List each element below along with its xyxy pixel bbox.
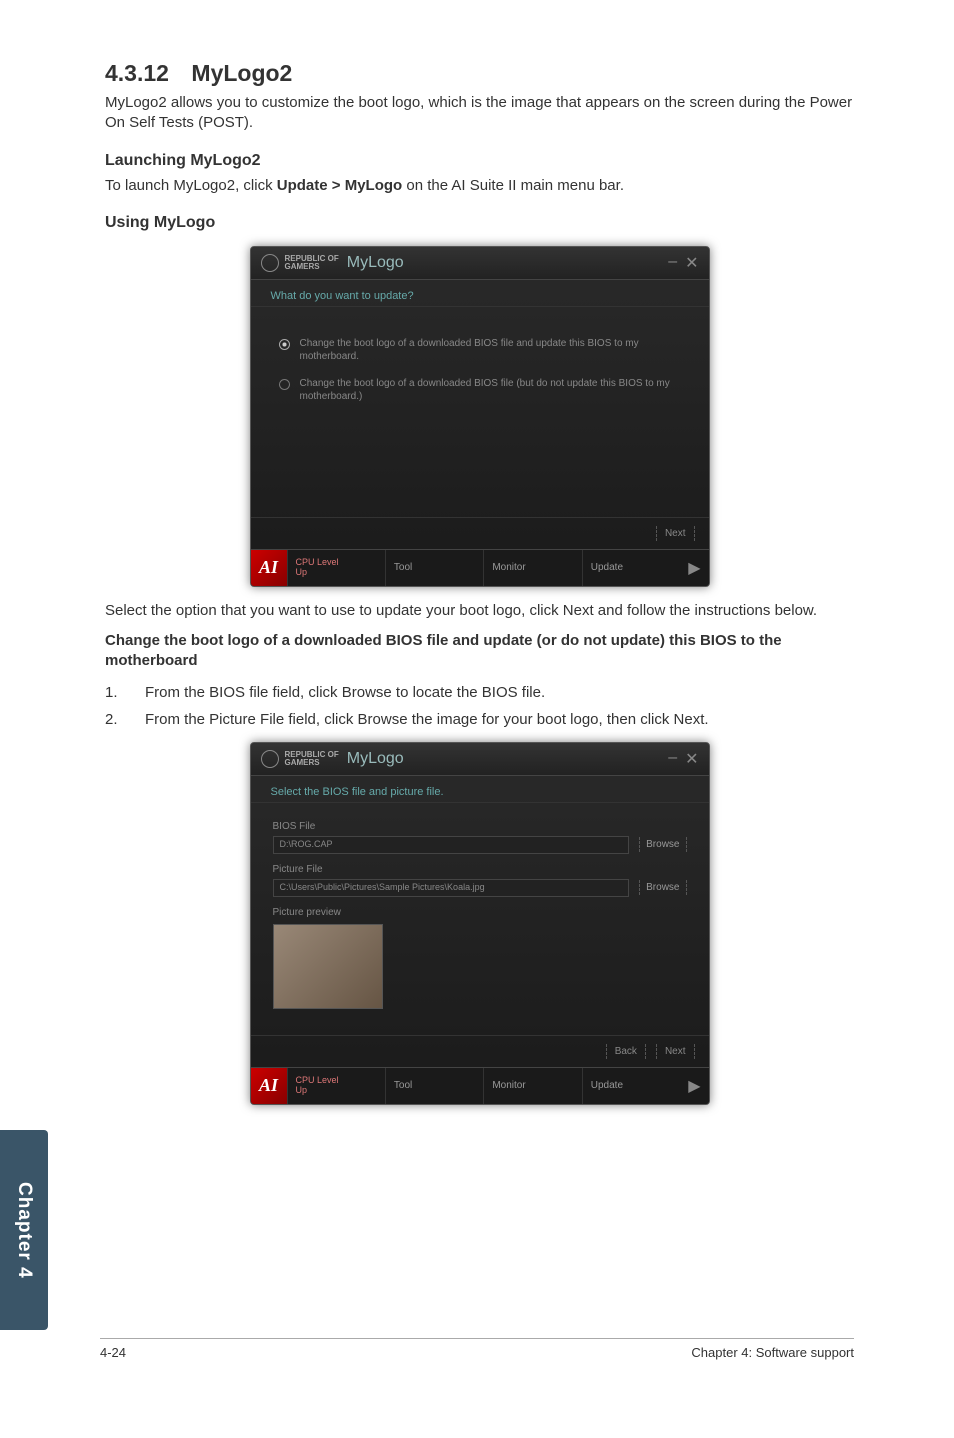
close-icon[interactable]: ✕ (685, 253, 698, 273)
footer-update[interactable]: Update (591, 1080, 623, 1091)
section-number: 4.3.12 (105, 60, 169, 87)
close-icon[interactable]: ✕ (685, 749, 698, 769)
preview-label: Picture preview (273, 907, 687, 918)
chapter-tab-text: Chapter 4 (13, 1182, 35, 1279)
browse-button[interactable]: Browse (639, 837, 686, 852)
radio-option-1[interactable]: Change the boot logo of a downloaded BIO… (279, 337, 681, 363)
cpu-level-up: Up (296, 1085, 308, 1095)
page-number: 4-24 (100, 1345, 126, 1360)
launching-text: To launch MyLogo2, click Update > MyLogo… (105, 176, 854, 196)
minimize-icon[interactable]: – (668, 253, 677, 273)
app-titlebar: REPUBLIC OF GAMERS MyLogo – ✕ (251, 743, 709, 776)
step-1: 1. From the BIOS file field, click Brows… (105, 684, 854, 701)
bios-file-input[interactable]: D:\ROG.CAP (273, 836, 630, 854)
launching-text-bold: Update > MyLogo (277, 177, 402, 194)
chevron-right-icon[interactable]: ▶ (680, 1076, 708, 1096)
chevron-right-icon[interactable]: ▶ (680, 558, 708, 578)
page-footer: 4-24 Chapter 4: Software support (100, 1338, 854, 1360)
app-subtitle: What do you want to update? (251, 280, 709, 307)
app-titlebar: REPUBLIC OF GAMERS MyLogo – ✕ (251, 247, 709, 280)
footer-monitor[interactable]: Monitor (492, 1080, 525, 1091)
section-intro: MyLogo2 allows you to customize the boot… (105, 93, 854, 134)
launching-heading: Launching MyLogo2 (105, 152, 854, 170)
step-1-text: From the BIOS file field, click Browse t… (145, 684, 545, 701)
using-heading: Using MyLogo (105, 214, 854, 232)
footer-update[interactable]: Update (591, 562, 623, 573)
section-title: MyLogo2 (191, 60, 292, 87)
mid-paragraph: Select the option that you want to use t… (105, 601, 854, 621)
step-1-num: 1. (105, 684, 145, 701)
radio-option-2[interactable]: Change the boot logo of a downloaded BIO… (279, 377, 681, 403)
app-subtitle: Select the BIOS file and picture file. (251, 776, 709, 803)
browse-button[interactable]: Browse (639, 880, 686, 895)
screenshot-1: REPUBLIC OF GAMERS MyLogo – ✕ What do yo… (250, 246, 710, 587)
back-button[interactable]: Back (606, 1044, 646, 1059)
next-button[interactable]: Next (656, 526, 695, 541)
screenshot-2: REPUBLIC OF GAMERS MyLogo – ✕ Select the… (250, 742, 710, 1105)
app-brand: REPUBLIC OF GAMERS (285, 751, 339, 767)
radio-icon[interactable] (279, 339, 290, 350)
step-2-text: From the Picture File field, click Brows… (145, 711, 709, 728)
step-2-num: 2. (105, 711, 145, 728)
radio-label-2: Change the boot logo of a downloaded BIO… (300, 377, 681, 403)
radio-icon[interactable] (279, 379, 290, 390)
picture-preview (273, 924, 383, 1009)
cpu-level-up: Up (296, 567, 308, 577)
ai-suite-icon[interactable]: AI (251, 1068, 287, 1104)
footer-tool[interactable]: Tool (394, 1080, 412, 1091)
minimize-icon[interactable]: – (668, 749, 677, 769)
footer-tool[interactable]: Tool (394, 562, 412, 573)
picture-file-input[interactable]: C:\Users\Public\Pictures\Sample Pictures… (273, 879, 630, 897)
launching-text-before: To launch MyLogo2, click (105, 177, 277, 194)
footer-monitor[interactable]: Monitor (492, 562, 525, 573)
next-button[interactable]: Next (656, 1044, 695, 1059)
app-name: MyLogo (347, 254, 404, 272)
ai-suite-icon[interactable]: AI (251, 550, 287, 586)
cpu-level-label: CPU Level (296, 557, 339, 567)
app-logo-icon (261, 254, 279, 272)
app-name: MyLogo (347, 750, 404, 768)
change-heading: Change the boot logo of a downloaded BIO… (105, 631, 854, 672)
app-brand: REPUBLIC OF GAMERS (285, 255, 339, 271)
launching-text-after: on the AI Suite II main menu bar. (402, 177, 624, 194)
chapter-tab: Chapter 4 (0, 1130, 48, 1330)
cpu-level-label: CPU Level (296, 1075, 339, 1085)
bios-file-label: BIOS File (273, 821, 687, 832)
radio-label-1: Change the boot logo of a downloaded BIO… (300, 337, 681, 363)
page-footer-title: Chapter 4: Software support (691, 1345, 854, 1360)
app-logo-icon (261, 750, 279, 768)
step-2: 2. From the Picture File field, click Br… (105, 711, 854, 728)
picture-file-label: Picture File (273, 864, 687, 875)
